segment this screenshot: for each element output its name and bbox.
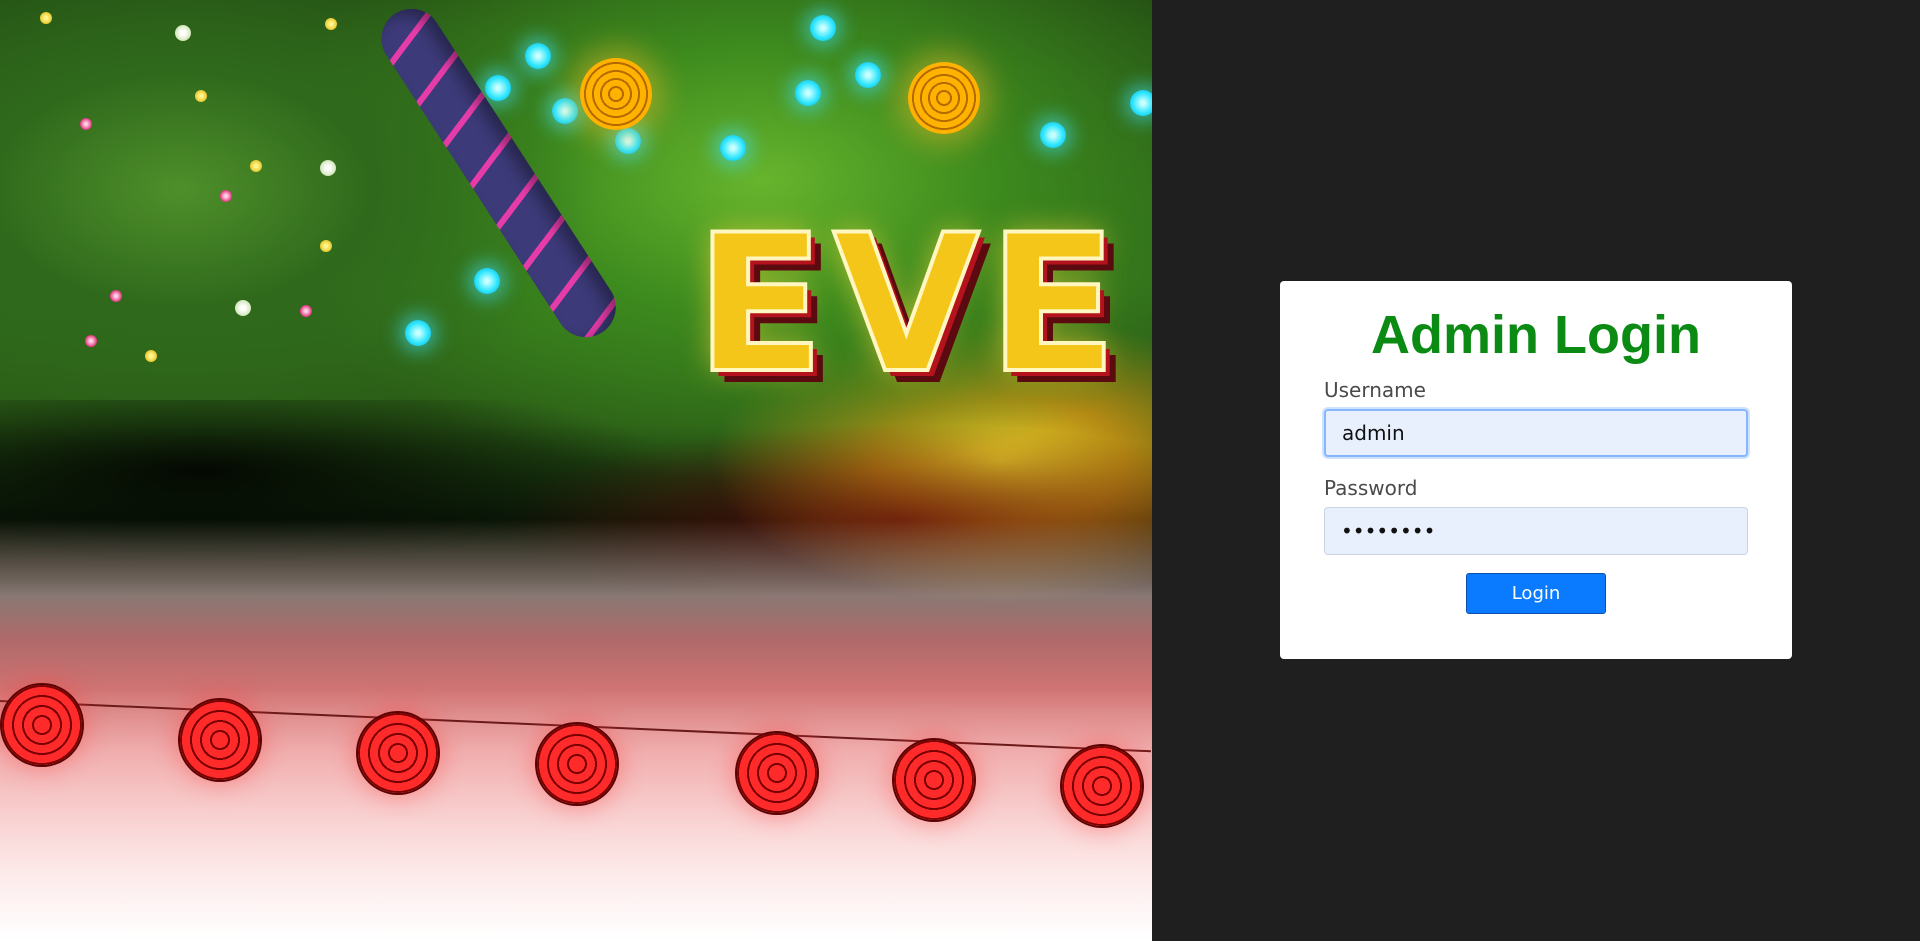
- lantern-icon: [580, 58, 652, 130]
- light-bulb-icon: [552, 98, 578, 124]
- username-group: Username: [1324, 377, 1748, 457]
- flower-icon: [325, 18, 337, 30]
- light-bulb-icon: [795, 80, 821, 106]
- login-title: Admin Login: [1371, 305, 1701, 365]
- lantern-icon: [180, 700, 260, 780]
- hero-illustration: EVE: [0, 0, 1152, 941]
- light-bulb-icon: [525, 43, 551, 69]
- username-label: Username: [1324, 378, 1426, 402]
- lantern-icon: [2, 685, 82, 765]
- lantern-icon: [894, 740, 974, 820]
- striped-pole: [370, 0, 628, 349]
- lantern-icon: [737, 733, 817, 813]
- password-group: Password: [1324, 475, 1748, 555]
- light-bulb-icon: [810, 15, 836, 41]
- flower-icon: [250, 160, 262, 172]
- flower-icon: [300, 305, 312, 317]
- flower-icon: [220, 190, 232, 202]
- password-input[interactable]: [1324, 507, 1748, 555]
- lantern-icon: [908, 62, 980, 134]
- login-panel: Admin Login Username Password Login: [1152, 0, 1920, 941]
- password-label: Password: [1324, 476, 1418, 500]
- flower-icon: [80, 118, 92, 130]
- flower-icon: [235, 300, 251, 316]
- lantern-icon: [358, 713, 438, 793]
- login-button[interactable]: Login: [1466, 573, 1606, 614]
- event-sign: EVE: [693, 194, 1126, 415]
- button-row: Login: [1324, 573, 1748, 614]
- page: EVE Admin Login Username Password Login: [0, 0, 1920, 941]
- light-bulb-icon: [405, 320, 431, 346]
- light-bulb-icon: [1040, 122, 1066, 148]
- flower-icon: [320, 160, 336, 176]
- flower-icon: [175, 25, 191, 41]
- lantern-icon: [537, 724, 617, 804]
- flower-icon: [145, 350, 157, 362]
- flower-icon: [85, 335, 97, 347]
- flower-icon: [320, 240, 332, 252]
- lantern-icon: [1062, 746, 1142, 826]
- light-bulb-icon: [855, 62, 881, 88]
- light-bulb-icon: [720, 135, 746, 161]
- flower-icon: [40, 12, 52, 24]
- login-form: Admin Login Username Password Login: [1280, 281, 1792, 659]
- flower-icon: [195, 90, 207, 102]
- light-bulb-icon: [474, 268, 500, 294]
- light-bulb-icon: [1130, 90, 1152, 116]
- username-input[interactable]: [1324, 409, 1748, 457]
- flower-icon: [110, 290, 122, 302]
- light-bulb-icon: [485, 75, 511, 101]
- light-bulb-icon: [615, 128, 641, 154]
